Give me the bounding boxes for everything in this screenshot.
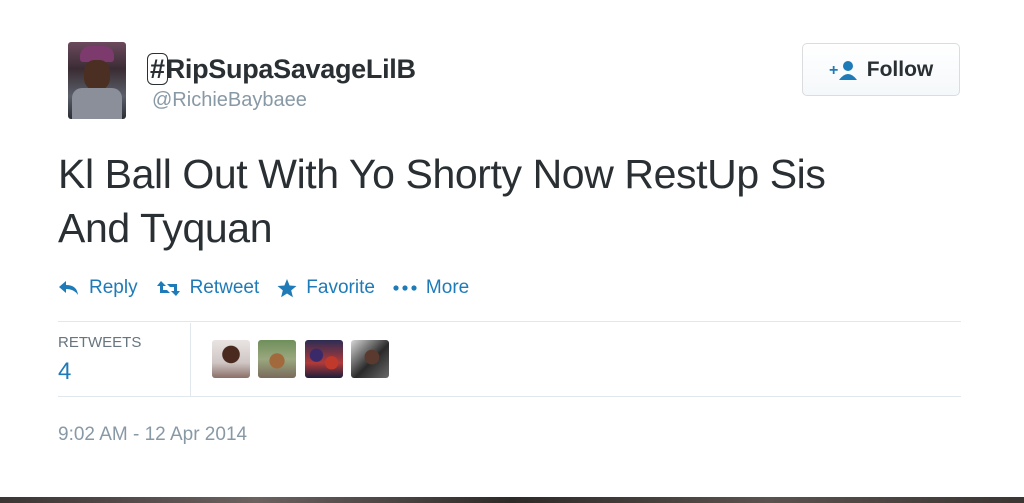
tweet-actions: Reply Retweet Favorite More [58, 277, 487, 299]
bottom-edge-image [0, 497, 1024, 503]
display-name[interactable]: #RipSupaSavageLilB [147, 53, 416, 85]
svg-text:+: + [829, 62, 838, 79]
more-action[interactable]: More [393, 277, 469, 299]
star-icon [277, 278, 297, 297]
retweeter-avatar-3[interactable] [305, 340, 343, 378]
user-avatar[interactable] [68, 42, 126, 119]
retweet-label: Retweet [189, 277, 260, 298]
retweeter-avatar-1[interactable] [212, 340, 250, 378]
screen-name[interactable]: @RichieBaybaee [152, 89, 307, 112]
more-label: More [425, 277, 470, 298]
display-name-hash: # [147, 53, 168, 85]
retweet-action[interactable]: Retweet [156, 277, 260, 299]
display-name-text: RipSupaSavageLilB [165, 54, 416, 84]
avatar-face [84, 60, 110, 90]
reply-action[interactable]: Reply [58, 277, 138, 299]
reply-icon [59, 281, 78, 295]
tweet-text-line-1: Kl Ball Out With Yo Shorty Now RestUp Si… [58, 151, 826, 197]
tweet-timestamp[interactable]: 9:02 AM - 12 Apr 2014 [58, 424, 247, 446]
add-user-icon: + [829, 60, 857, 80]
reply-label: Reply [89, 277, 138, 298]
favorite-label: Favorite [306, 277, 375, 298]
avatar-body [72, 88, 122, 119]
stats-separator [190, 323, 191, 396]
follow-button[interactable]: + Follow [802, 43, 960, 96]
tweet-text-line-2: And Tyquan [58, 205, 273, 251]
favorite-action[interactable]: Favorite [277, 277, 375, 299]
retweets-label: RETWEETS [58, 334, 142, 351]
retweeter-avatar-2[interactable] [258, 340, 296, 378]
retweeter-avatar-4[interactable] [351, 340, 389, 378]
divider-top [58, 321, 961, 322]
retweet-icon [156, 280, 180, 296]
retweets-count[interactable]: 4 [58, 358, 71, 386]
more-dots-icon [393, 285, 417, 291]
follow-label: Follow [866, 57, 934, 81]
tweet-text: Kl Ball Out With Yo Shorty Now RestUp Si… [58, 147, 958, 255]
divider-bottom [58, 396, 961, 397]
